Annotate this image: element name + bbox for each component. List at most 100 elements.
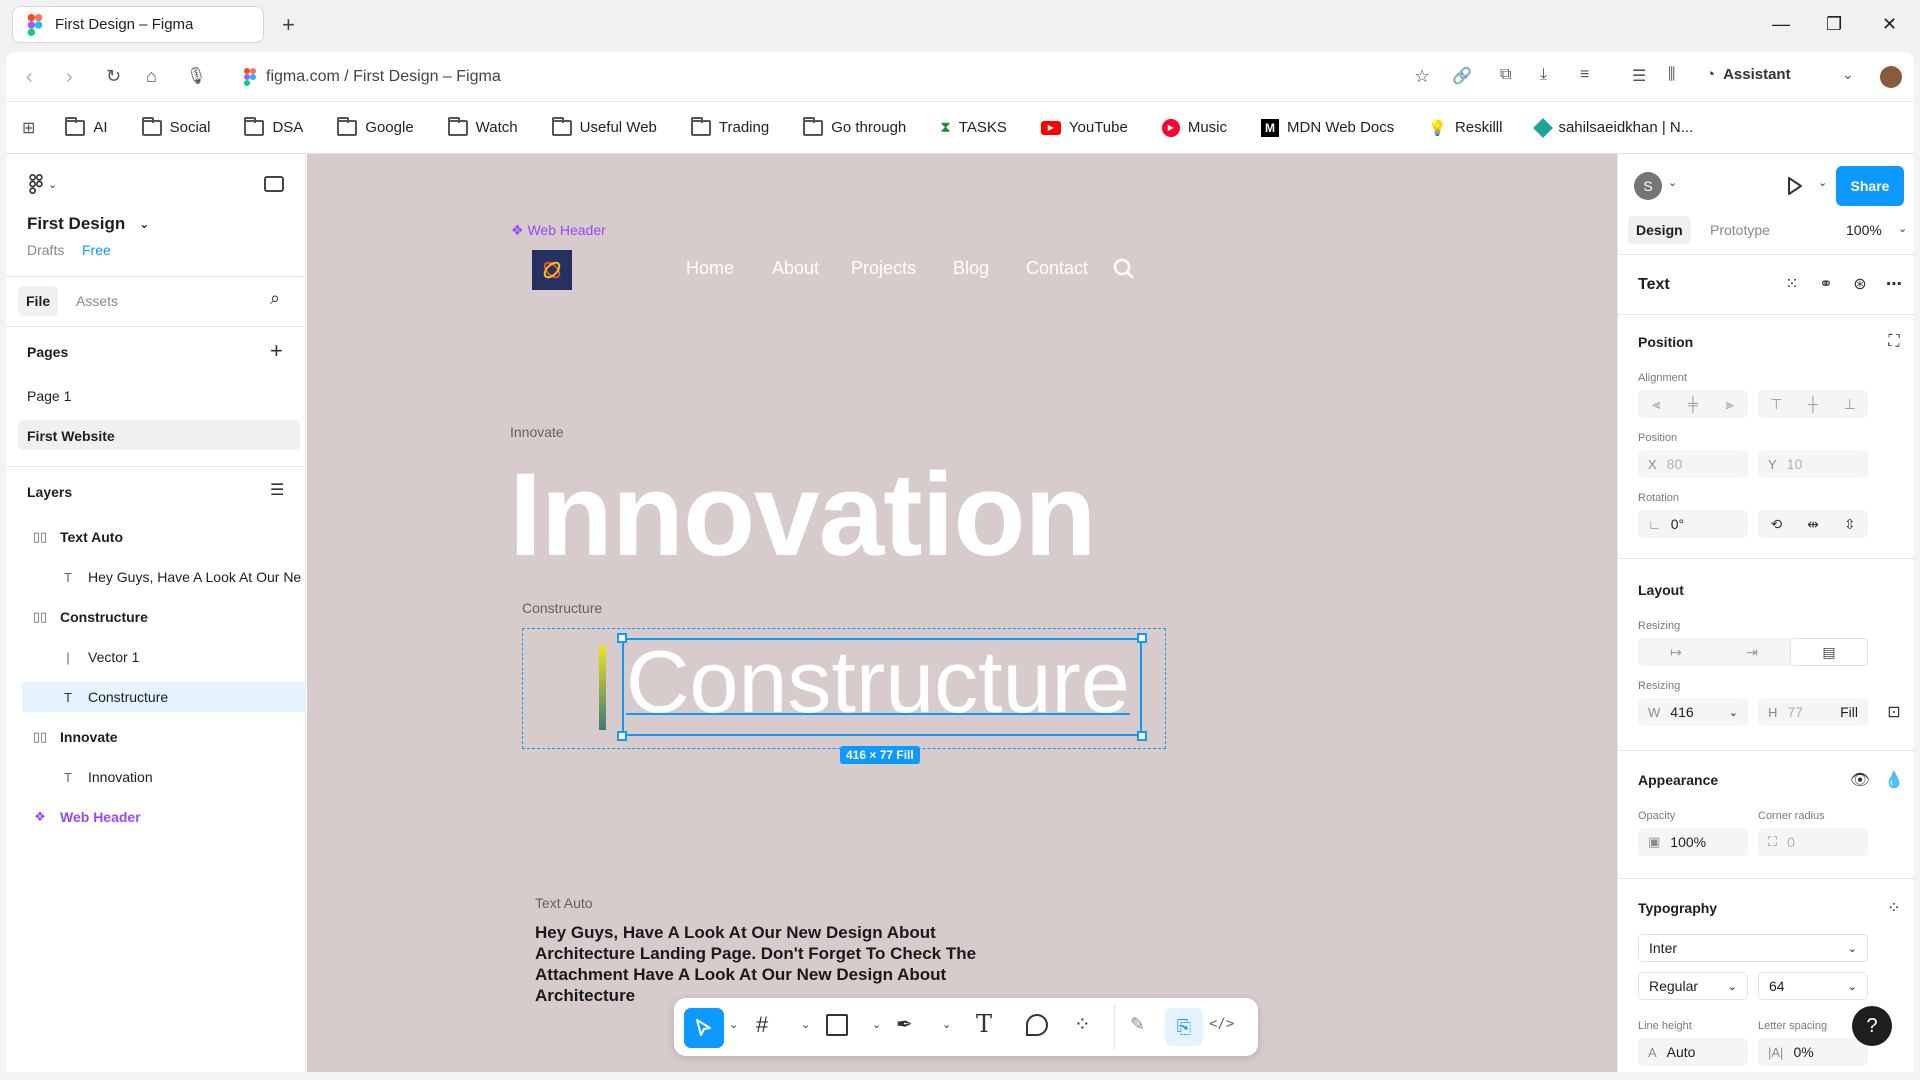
nav-contact[interactable]: Contact (1026, 258, 1088, 279)
page-item[interactable]: Page 1 (27, 388, 71, 404)
resize-handle-bl[interactable] (617, 731, 627, 741)
nav-projects[interactable]: Projects (851, 258, 916, 279)
align-left-icon[interactable]: ⫷ (1638, 390, 1675, 418)
eye-icon[interactable]: 👁 (1848, 768, 1872, 792)
url-field[interactable]: figma.com / First Design – Figma (244, 68, 501, 86)
logo-image[interactable] (532, 250, 572, 290)
layer-text-auto[interactable]: ▯▯ Text Auto (22, 522, 123, 552)
line-height-field[interactable]: A Auto (1638, 1038, 1748, 1066)
vertical-alignment[interactable]: ⊤ ┼ ⊥ (1758, 390, 1868, 418)
download-icon[interactable]: ⤓ (1540, 66, 1562, 88)
drafts-label[interactable]: Drafts (27, 242, 64, 258)
transform-buttons[interactable]: ⟲ ⇹ ⇳ (1758, 510, 1868, 538)
text-tool-icon[interactable]: T (976, 1010, 992, 1038)
audio-icon[interactable]: ⫼ (1668, 66, 1690, 88)
focus-icon[interactable]: ⛶ (1882, 330, 1906, 354)
variable-icon[interactable]: ⊛ (1848, 272, 1872, 296)
bookmark-google[interactable]: Google (337, 116, 414, 136)
play-icon[interactable] (1786, 176, 1804, 196)
font-family-select[interactable]: Inter ⌄ (1638, 934, 1868, 962)
layer-vector[interactable]: | Vector 1 (22, 642, 139, 672)
chevron-down-icon[interactable]: ⌄ (872, 1018, 881, 1031)
innovation-heading[interactable]: Innovation (509, 450, 1097, 580)
y-field[interactable]: Y 10 (1758, 450, 1868, 478)
file-name-button[interactable]: First Design ⌄ (27, 214, 149, 234)
playlist-icon[interactable]: ≡ (1580, 66, 1602, 88)
rotate-icon[interactable]: ⟲ (1758, 510, 1795, 538)
auto-height-icon[interactable]: ⇥ (1714, 638, 1790, 666)
x-field[interactable]: X 80 (1638, 450, 1748, 478)
extensions-icon[interactable]: ⧉ (1500, 66, 1522, 88)
auto-width-icon[interactable]: ↦ (1638, 638, 1714, 666)
star-icon[interactable]: ☆ (1414, 66, 1436, 88)
web-header-label[interactable]: ❖ Web Header (511, 222, 606, 239)
link-icon[interactable]: ⚭ (1814, 272, 1838, 296)
rectangle-tool-icon[interactable] (826, 1014, 848, 1036)
chevron-down-icon[interactable]: ⌄ (801, 1018, 810, 1031)
chevron-down-icon[interactable]: ⌄ (942, 1018, 951, 1031)
share-button[interactable]: Share (1836, 166, 1904, 206)
page-item-selected[interactable]: First Website (18, 420, 300, 450)
chevron-down-icon[interactable]: ⌄ (1842, 66, 1864, 88)
bookmark-tasks[interactable]: ⧗ TASKS (940, 119, 1007, 136)
nav-blog[interactable]: Blog (953, 258, 989, 279)
bookmark-trading[interactable]: Trading (690, 116, 769, 136)
comment-tool-icon[interactable] (1026, 1014, 1048, 1036)
resize-handle-tl[interactable] (617, 633, 627, 643)
horizontal-alignment[interactable]: ⫷ ╪ ⫸ (1638, 390, 1748, 418)
restore-icon[interactable]: ❐ (1826, 14, 1842, 35)
microphone-icon[interactable]: 🎙 (186, 66, 208, 88)
design-canvas[interactable]: ❖ Web Header Home About Projects Blog Co… (307, 154, 1617, 1072)
search-icon[interactable]: ⌕ (270, 288, 280, 309)
add-page-icon[interactable]: + (270, 338, 283, 364)
resize-handle-br[interactable] (1137, 731, 1147, 741)
innovate-frame-label[interactable]: Innovate (510, 424, 564, 440)
tab-file[interactable]: File (18, 286, 59, 316)
constructure-text[interactable]: Constructure (626, 632, 1130, 732)
dev-mode-icon[interactable]: </> (1209, 1016, 1234, 1032)
forward-icon[interactable]: › (66, 66, 88, 88)
bookmark-useful-web[interactable]: Useful Web (551, 116, 657, 136)
help-button[interactable]: ? (1852, 1006, 1892, 1046)
text-styles-icon[interactable]: ⁘ (1882, 896, 1906, 920)
tab-prototype[interactable]: Prototype (1710, 222, 1770, 238)
font-size-select[interactable]: 64 ⌄ (1758, 972, 1868, 1000)
actions-tool-icon[interactable]: ⁘ (1074, 1012, 1091, 1037)
letter-spacing-field[interactable]: |A| 0% (1758, 1038, 1868, 1066)
apps-grid-icon[interactable]: ⊞ (22, 118, 35, 138)
draw-mode-icon[interactable]: ✎ (1130, 1014, 1145, 1035)
user-avatar[interactable]: S (1634, 172, 1662, 200)
align-middle-icon[interactable]: ┼ (1795, 390, 1832, 418)
browser-tab[interactable]: First Design – Figma (12, 6, 264, 43)
bookmark-watch[interactable]: Watch (447, 116, 518, 136)
frame-tool-icon[interactable]: # (756, 1012, 768, 1038)
nav-about[interactable]: About (772, 258, 819, 279)
design-mode-button[interactable]: ⎘ (1165, 1008, 1203, 1046)
toggle-sidebar-icon[interactable] (264, 176, 284, 192)
bookmark-go-through[interactable]: Go through (803, 116, 906, 136)
chevron-down-icon[interactable]: ⌄ (729, 1018, 738, 1031)
close-window-icon[interactable]: ✕ (1882, 14, 1897, 35)
layer-constructure-frame[interactable]: ▯▯ Constructure (22, 602, 148, 632)
flip-horizontal-icon[interactable]: ⇹ (1795, 510, 1832, 538)
chevron-down-icon[interactable]: ⌄ (1668, 176, 1677, 189)
layer-web-header[interactable]: ❖ Web Header (22, 802, 141, 832)
font-weight-select[interactable]: Regular ⌄ (1638, 972, 1748, 1000)
layer-constructure-text[interactable]: T Constructure (22, 682, 306, 712)
constrain-proportions-icon[interactable]: ⊡ (1882, 700, 1906, 724)
bookmark-mdn[interactable]: M MDN Web Docs (1261, 118, 1394, 137)
new-tab-button[interactable]: + (282, 12, 295, 38)
bookmark-music[interactable]: ▶ Music (1161, 118, 1227, 137)
text-resizing-mode[interactable]: ↦ ⇥ ▤ (1638, 638, 1868, 666)
bookmark-dsa[interactable]: DSA (244, 116, 303, 136)
align-bottom-icon[interactable]: ⊥ (1831, 390, 1868, 418)
move-tool-button[interactable] (684, 1008, 724, 1048)
bookmark-reskilll[interactable]: 💡 Reskilll (1428, 119, 1502, 137)
chevron-down-icon[interactable]: ⌄ (1818, 176, 1827, 189)
layer-innovate[interactable]: ▯▯ Innovate (22, 722, 118, 752)
plan-badge[interactable]: Free (82, 242, 111, 258)
bookmark-profile[interactable]: sahilsaeidkhan | N... (1533, 117, 1693, 138)
width-field[interactable]: W 416 ⌄ (1638, 698, 1748, 726)
back-icon[interactable]: ‹ (26, 66, 48, 88)
nav-home[interactable]: Home (686, 258, 734, 279)
